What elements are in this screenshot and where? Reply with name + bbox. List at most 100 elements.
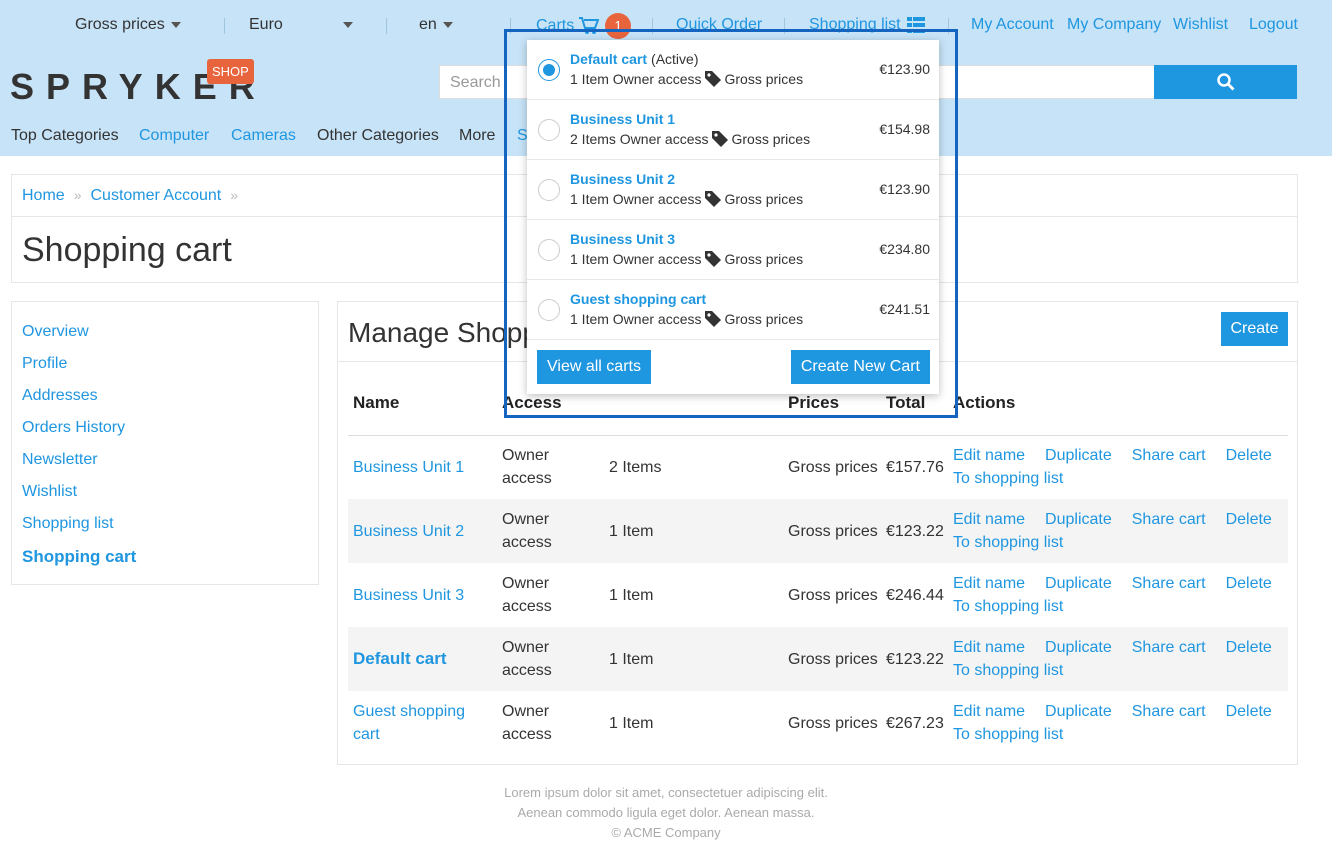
sidebar-item-shopping-cart[interactable]: Shopping cart xyxy=(12,547,318,579)
search-icon xyxy=(1216,73,1234,91)
create-new-cart-button[interactable]: Create New Cart xyxy=(790,350,930,384)
cart-option[interactable]: Guest shopping cart 1 Item Owner access Gr… xyxy=(527,280,939,340)
duplicate-link[interactable]: Duplicate xyxy=(1045,575,1112,592)
cart-radio[interactable] xyxy=(538,59,560,81)
cart-radio[interactable] xyxy=(538,179,560,201)
to-shopping-list-link[interactable]: To shopping list xyxy=(953,662,1063,679)
edit-name-link[interactable]: Edit name xyxy=(953,447,1025,464)
currency-select[interactable]: Euro xyxy=(249,16,353,34)
cart-name-link[interactable]: Business Unit 3 xyxy=(353,587,464,604)
share-cart-link[interactable]: Share cart xyxy=(1132,703,1206,720)
table-row: Business Unit 1 Owner access 2 Items Gross … xyxy=(348,435,1288,499)
duplicate-link[interactable]: Duplicate xyxy=(1045,511,1112,528)
nav-cameras[interactable]: Cameras xyxy=(231,127,296,145)
shopping-list-link[interactable]: Shopping list xyxy=(809,16,926,34)
cart-option-name[interactable]: Business Unit 1 xyxy=(570,111,675,127)
account-sidebar: Overview Profile Addresses Orders Histor… xyxy=(11,301,319,585)
duplicate-link[interactable]: Duplicate xyxy=(1045,447,1112,464)
carts-link[interactable]: Carts 1 xyxy=(536,13,632,39)
to-shopping-list-link[interactable]: To shopping list xyxy=(953,534,1063,551)
language-select[interactable]: en xyxy=(419,16,453,34)
nav-more[interactable]: More xyxy=(459,127,495,145)
tag-icon xyxy=(704,251,721,268)
edit-name-link[interactable]: Edit name xyxy=(953,511,1025,528)
edit-name-link[interactable]: Edit name xyxy=(953,703,1025,720)
sidebar-item-profile[interactable]: Profile xyxy=(12,355,318,387)
my-company-link[interactable]: My Company xyxy=(1067,16,1161,34)
cart-option-price-mode: Gross prices xyxy=(724,251,804,267)
sidebar-item-shopping-list[interactable]: Shopping list xyxy=(12,515,318,547)
share-cart-link[interactable]: Share cart xyxy=(1132,575,1206,592)
cart-option[interactable]: Business Unit 3 1 Item Owner access Gross … xyxy=(527,220,939,280)
share-cart-link[interactable]: Share cart xyxy=(1132,511,1206,528)
chevron-right-icon: » xyxy=(73,187,82,203)
cart-option[interactable]: Default cart (Active) 1 Item Owner access G… xyxy=(527,40,939,100)
cart-option-items: 2 Items Owner access xyxy=(570,131,709,147)
cell-prices: Gross prices xyxy=(788,714,878,732)
search-button[interactable] xyxy=(1154,65,1297,99)
cart-option-name[interactable]: Business Unit 3 xyxy=(570,231,675,247)
cell-products: 2 Items xyxy=(609,458,662,476)
sidebar-item-newsletter[interactable]: Newsletter xyxy=(12,451,318,483)
breadcrumb-home[interactable]: Home xyxy=(22,187,65,204)
sidebar-item-orders-history[interactable]: Orders History xyxy=(12,419,318,451)
cart-option-title: Guest shopping cart xyxy=(570,291,707,307)
nav-other-categories[interactable]: Other Categories xyxy=(317,127,439,145)
wishlist-link[interactable]: Wishlist xyxy=(1173,16,1228,34)
cart-name-link[interactable]: Guest shopping cart xyxy=(353,700,483,746)
cart-option-meta: 1 Item Owner access Gross prices xyxy=(570,311,803,328)
cart-name-link[interactable]: Business Unit 1 xyxy=(353,459,464,476)
carts-dropdown: View all carts Create New Cart Default c… xyxy=(527,40,939,394)
to-shopping-list-link[interactable]: To shopping list xyxy=(953,726,1063,743)
cell-prices: Gross prices xyxy=(788,458,878,476)
delete-link[interactable]: Delete xyxy=(1226,575,1272,592)
cart-option[interactable]: Business Unit 2 1 Item Owner access Gross … xyxy=(527,160,939,220)
cart-name-link[interactable]: Default cart xyxy=(353,649,447,668)
cell-actions: Edit name Duplicate Share cart Delete To sho… xyxy=(948,627,1288,691)
cart-option-price: €241.51 xyxy=(879,301,930,317)
edit-name-link[interactable]: Edit name xyxy=(953,639,1025,656)
cart-option-name[interactable]: Guest shopping cart xyxy=(570,291,706,307)
share-cart-link[interactable]: Share cart xyxy=(1132,639,1206,656)
breadcrumb-customer-account[interactable]: Customer Account xyxy=(90,187,221,204)
duplicate-link[interactable]: Duplicate xyxy=(1045,703,1112,720)
table-row: Business Unit 3 Owner access 1 Item Gross p… xyxy=(348,563,1288,627)
cart-radio[interactable] xyxy=(538,299,560,321)
logout-link[interactable]: Logout xyxy=(1249,16,1298,34)
share-cart-link[interactable]: Share cart xyxy=(1132,447,1206,464)
sidebar-item-addresses[interactable]: Addresses xyxy=(12,387,318,419)
price-mode-select[interactable]: Gross prices xyxy=(75,16,181,34)
sidebar-item-wishlist[interactable]: Wishlist xyxy=(12,483,318,515)
to-shopping-list-link[interactable]: To shopping list xyxy=(953,598,1063,615)
delete-link[interactable]: Delete xyxy=(1226,447,1272,464)
duplicate-link[interactable]: Duplicate xyxy=(1045,639,1112,656)
sidebar-item-overview[interactable]: Overview xyxy=(12,323,318,355)
cart-radio[interactable] xyxy=(538,119,560,141)
cart-radio[interactable] xyxy=(538,239,560,261)
cart-option-name[interactable]: Default cart (Active) xyxy=(570,51,698,67)
cart-option[interactable]: Business Unit 1 2 Items Owner access Gross… xyxy=(527,100,939,160)
delete-link[interactable]: Delete xyxy=(1226,511,1272,528)
cart-option-name[interactable]: Business Unit 2 xyxy=(570,171,675,187)
edit-name-link[interactable]: Edit name xyxy=(953,575,1025,592)
view-all-carts-button[interactable]: View all carts xyxy=(537,350,651,384)
cell-name: Business Unit 3 xyxy=(348,563,497,627)
active-label: (Active) xyxy=(651,51,699,67)
to-shopping-list-link[interactable]: To shopping list xyxy=(953,470,1063,487)
delete-link[interactable]: Delete xyxy=(1226,639,1272,656)
my-account-link[interactable]: My Account xyxy=(971,16,1054,34)
cart-name-link[interactable]: Business Unit 2 xyxy=(353,523,464,540)
cell-name: Default cart xyxy=(348,627,497,691)
divider xyxy=(224,18,225,34)
nav-computer[interactable]: Computer xyxy=(139,127,209,145)
create-cart-button[interactable]: Create xyxy=(1221,312,1288,346)
delete-link[interactable]: Delete xyxy=(1226,703,1272,720)
quick-order-link[interactable]: Quick Order xyxy=(676,16,762,34)
footer-line: Aenean commodo ligula eget dolor. Aenean… xyxy=(517,805,815,820)
cell-actions: Edit name Duplicate Share cart Delete To sho… xyxy=(948,563,1288,627)
cell-access: Owner access xyxy=(497,691,604,755)
cart-option-price-mode: Gross prices xyxy=(724,191,804,207)
nav-top-categories[interactable]: Top Categories xyxy=(11,127,119,145)
cell-products: 1 Item xyxy=(609,714,654,732)
carts-table-body: Business Unit 1 Owner access 2 Items Gross … xyxy=(348,435,1288,755)
